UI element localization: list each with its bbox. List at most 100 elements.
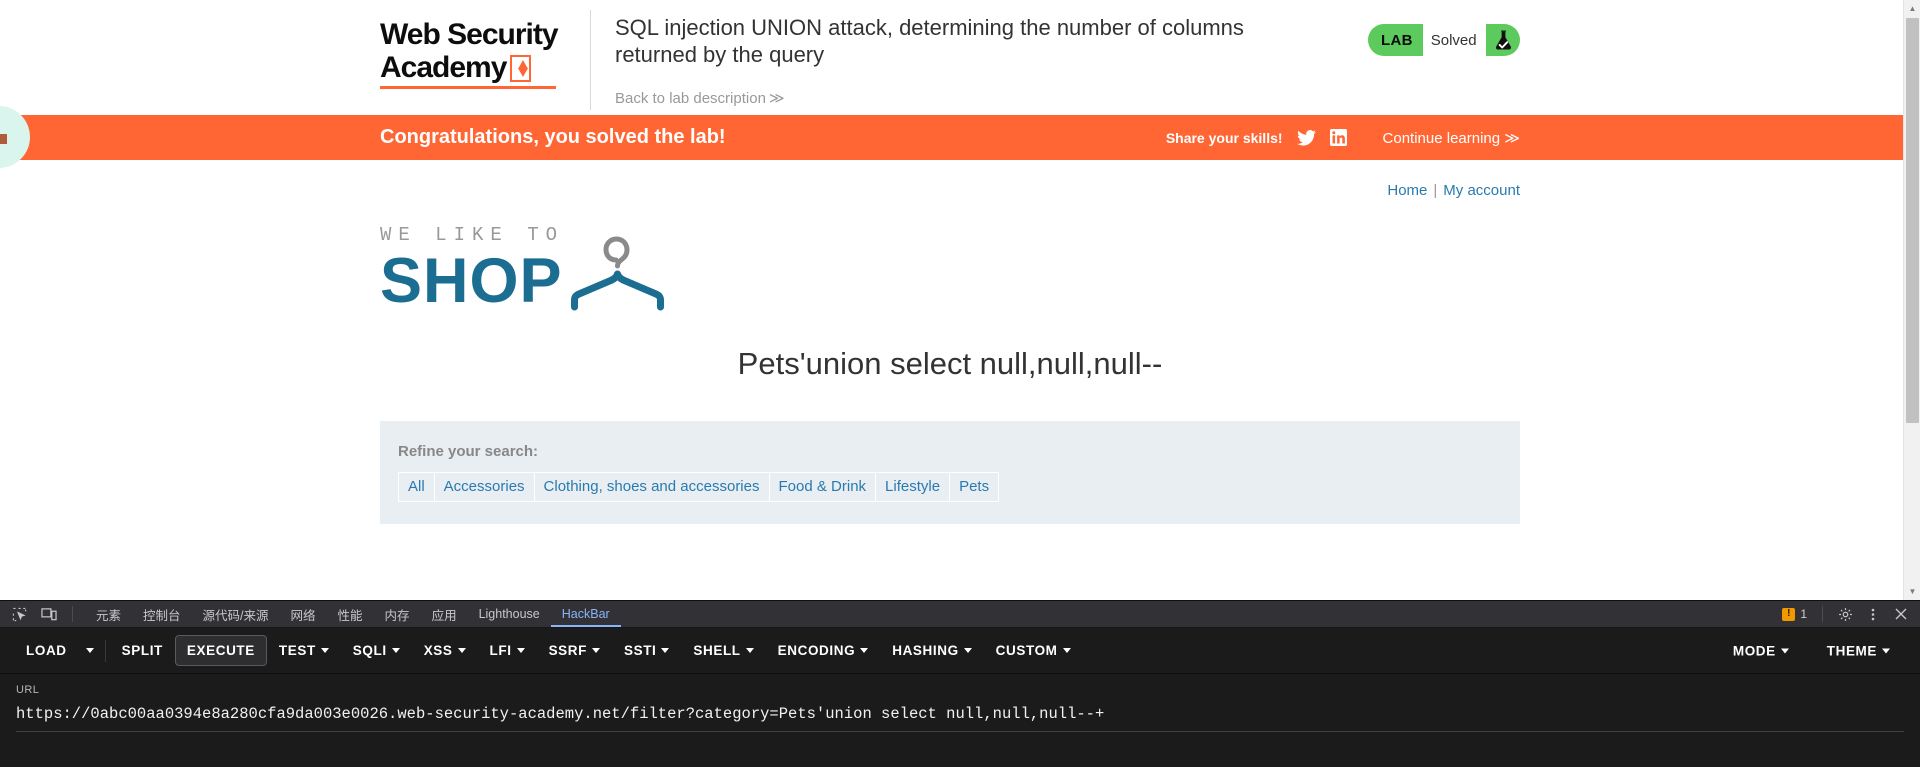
chevron-down-icon [963,648,972,653]
hackbar-xss-button[interactable]: XSS [412,635,478,666]
chevron-down-icon [745,648,754,653]
logo-underline [380,86,556,89]
tab-performance[interactable]: 性能 [327,601,374,627]
url-input[interactable]: https://0abc00aa0394e8a280cfa9da003e0026… [16,705,1904,731]
coat-hanger-icon [570,230,680,317]
screenshot-root: Web Security Academy SQL injection UNION… [0,0,1920,767]
my-account-link[interactable]: My account [1443,182,1520,199]
hackbar-hashing-button[interactable]: HASHING [880,635,983,666]
filter-link-food-drink[interactable]: Food & Drink [768,472,876,502]
kebab-menu-icon[interactable] [1860,603,1886,625]
page-title: SQL injection UNION attack, determining … [615,15,1244,67]
hackbar-hashing-label: HASHING [892,643,959,658]
chevron-down-icon [1882,648,1890,653]
tab-application[interactable]: 应用 [421,601,468,627]
hackbar-url-panel: URL https://0abc00aa0394e8a280cfa9da003e… [0,674,1920,767]
chevron-down-icon [1780,648,1789,653]
scroll-down-arrow[interactable]: ▼ [1904,583,1920,600]
hackbar-sqli-label: SQLI [352,643,387,658]
close-icon[interactable] [1888,603,1914,625]
twitter-icon[interactable] [1296,129,1316,146]
hackbar-encoding-button[interactable]: ENCODING [766,635,881,666]
logo-line-1: Web Security [380,18,559,51]
chevron-down-icon [1062,648,1071,653]
chevron-down-icon [85,648,94,653]
hackbar-execute-button[interactable]: EXECUTE [174,635,267,666]
chevron-right-icon: ≫ [768,90,785,107]
hackbar-custom-button[interactable]: CUSTOM [984,635,1083,666]
devtools-tab-list: 元素 控制台 源代码/来源 网络 性能 内存 应用 Lighthouse Hac… [85,601,621,627]
inspect-element-icon[interactable] [6,603,32,625]
scroll-up-arrow[interactable]: ▲ [1904,0,1920,17]
search-results-heading: Pets'union select null,null,null-- [737,346,1163,381]
hackbar-sqli-button[interactable]: SQLI [341,635,412,666]
shop-content: Home | My account WE LIKE TO SHOP Pets'un [0,160,1903,524]
hackbar-ssti-button[interactable]: SSTI [612,635,681,666]
refine-search-panel: Refine your search: All Accessories Clot… [380,421,1520,524]
hackbar-toolbar-right: MODE THEME [1721,635,1902,666]
flask-check-icon [1486,24,1520,56]
warning-icon: ! [1782,607,1796,621]
chevron-down-icon [860,648,869,653]
chevron-down-icon [391,648,400,653]
filter-link-all[interactable]: All [398,472,434,502]
tab-memory[interactable]: 内存 [374,601,421,627]
back-to-lab-description-link[interactable]: Back to lab description ≫ [615,89,785,107]
hackbar-ssti-label: SSTI [623,643,657,658]
hackbar-toolbar: LOAD SPLIT EXECUTE TEST SQLI XSS LFI SSR… [0,628,1920,674]
tab-console[interactable]: 控制台 [132,601,192,627]
linkedin-icon[interactable] [1329,129,1347,146]
devtools-tabbar: 元素 控制台 源代码/来源 网络 性能 内存 应用 Lighthouse Hac… [0,601,1920,628]
warning-count-badge[interactable]: ! 1 [1776,607,1813,621]
hackbar-load-dropdown[interactable] [79,641,101,660]
device-toolbar-icon[interactable] [36,603,62,625]
lightning-bolt-icon [510,55,532,82]
hackbar-custom-label: CUSTOM [995,643,1058,658]
hackbar-mode-label: MODE [1732,643,1776,658]
gear-icon[interactable] [1832,603,1858,625]
hackbar-lfi-label: LFI [489,643,512,658]
shop-tagline: WE LIKE TO [380,224,565,246]
tab-sources[interactable]: 源代码/来源 [192,601,280,627]
hackbar-theme-button[interactable]: THEME [1815,635,1902,666]
hackbar-shell-label: SHELL [693,643,741,658]
status-badge[interactable]: LAB Solved [1368,24,1520,56]
hackbar-test-button[interactable]: TEST [267,635,341,666]
tab-network[interactable]: 网络 [280,601,327,627]
chevron-down-icon [661,648,670,653]
web-security-academy-logo[interactable]: Web Security Academy [380,10,580,89]
page-scrollbar[interactable]: ▲ ▼ [1903,0,1920,600]
logo-line-2: Academy [380,51,507,84]
browser-page: Web Security Academy SQL injection UNION… [0,0,1920,600]
hackbar-shell-button[interactable]: SHELL [681,635,765,666]
filter-link-pets[interactable]: Pets [949,472,1000,502]
chevron-down-icon [516,648,525,653]
tab-elements[interactable]: 元素 [85,601,132,627]
hackbar-ssrf-button[interactable]: SSRF [537,635,612,666]
lab-badge-label: LAB [1381,31,1413,49]
account-nav: Home | My account [380,160,1520,199]
devtools-left-icons [0,603,85,625]
nav-separator: | [1433,182,1438,199]
hackbar-lfi-button[interactable]: LFI [478,635,537,666]
scrollbar-thumb[interactable] [1906,18,1919,423]
right-divider [1822,606,1823,622]
tab-lighthouse[interactable]: Lighthouse [468,601,551,627]
filter-link-lifestyle[interactable]: Lifestyle [875,472,950,502]
hackbar-load-button[interactable]: LOAD [14,635,79,666]
filter-link-clothing[interactable]: Clothing, shoes and accessories [533,472,769,502]
warning-count: 1 [1800,607,1807,621]
tab-hackbar[interactable]: HackBar [551,601,621,627]
hackbar-mode-button[interactable]: MODE [1721,635,1801,666]
back-link-label: Back to lab description [615,90,766,107]
hackbar-xss-label: XSS [423,643,453,658]
hackbar-split-button[interactable]: SPLIT [110,635,175,666]
shop-wordmark: SHOP [380,246,563,316]
decorative-dot [0,134,7,144]
home-link[interactable]: Home [1387,182,1427,199]
filter-link-accessories[interactable]: Accessories [433,472,534,502]
devtools-right-controls: ! 1 [1776,601,1914,627]
refine-search-label: Refine your search: [398,443,539,460]
continue-learning-link[interactable]: Continue learning ≫ [1383,129,1520,147]
chevron-down-icon [320,648,329,653]
